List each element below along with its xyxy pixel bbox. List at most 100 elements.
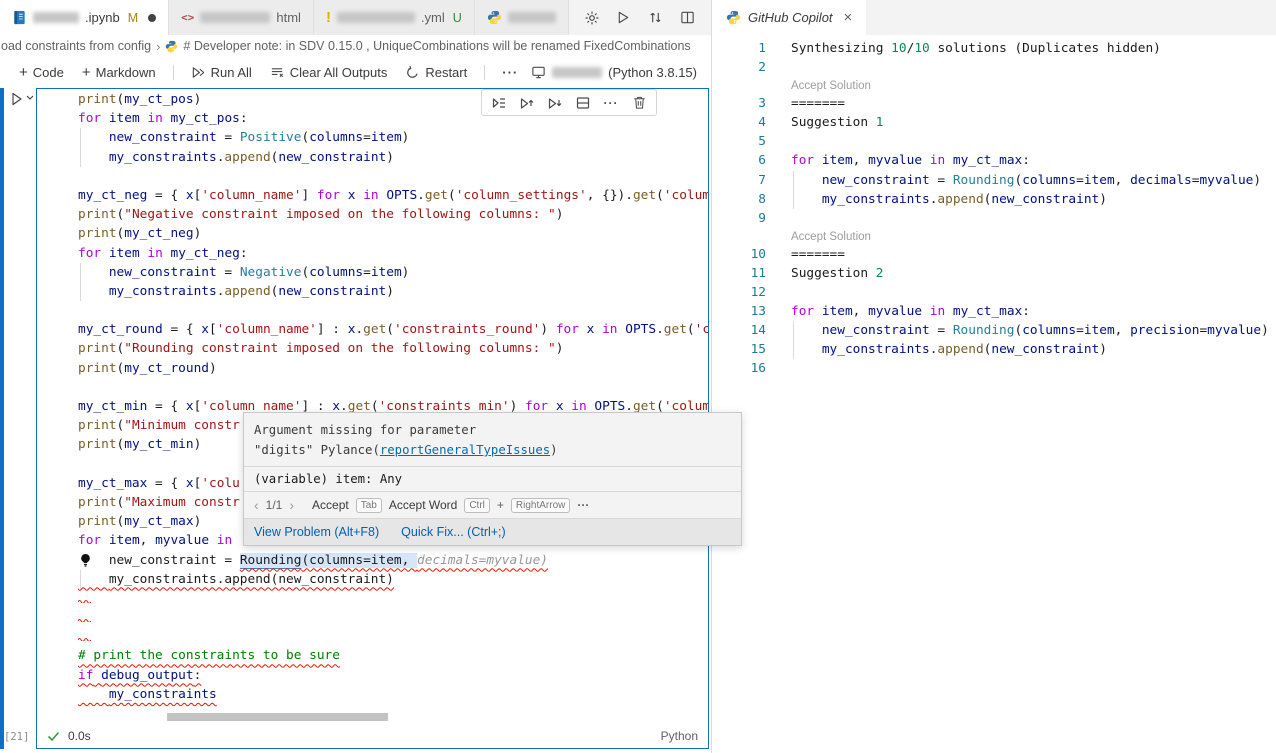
restart-kernel-button[interactable]: Restart [398, 62, 474, 83]
copilot-line: 11Suggestion 2 [712, 264, 1276, 283]
clear-all-outputs-button[interactable]: Clear All Outputs [263, 62, 395, 83]
tab-keycap: Tab [356, 498, 382, 513]
copilot-line: 1Synthesizing 10/10 solutions (Duplicate… [712, 39, 1276, 58]
code-line: print(my_ct_round) [37, 359, 708, 378]
execution-count: [21] [4, 731, 29, 743]
code-line: new_constraint = Positive(columns=item) [37, 128, 708, 147]
execute-cell-button[interactable] [9, 91, 34, 107]
diagnostic-message: Argument missing for parameter "digits" … [244, 413, 741, 467]
copilot-line: 2 [712, 58, 1276, 77]
next-suggestion-icon[interactable]: › [289, 497, 294, 513]
notebook-toolbar: + Code + Markdown Run All Clear All Outp… [0, 57, 711, 88]
play-icon[interactable] [613, 7, 635, 29]
chevron-right-icon: › [156, 39, 160, 54]
tab-label: html [276, 10, 301, 25]
add-code-cell-button[interactable]: + Code [12, 62, 71, 83]
warning-exclamation-icon: ! [326, 9, 331, 26]
more-suggestion-actions[interactable]: ··· [577, 498, 589, 512]
copilot-solutions-document: 1Synthesizing 10/10 solutions (Duplicate… [712, 35, 1276, 379]
clear-all-icon [270, 65, 285, 80]
kernel-picker[interactable]: (Python 3.8.15) [531, 65, 711, 80]
toolbar-divider [173, 65, 174, 80]
delete-cell-icon[interactable] [627, 92, 651, 114]
tab-label: GitHub Copilot [748, 10, 833, 25]
breadcrumb-item-section[interactable]: oad constraints from config [1, 39, 151, 53]
redacted-filename [200, 12, 270, 23]
focused-cell-bar [0, 88, 4, 749]
code-line: print("Negative constraint imposed on th… [37, 205, 708, 224]
tab-html[interactable]: <> html [169, 0, 314, 35]
split-cell-icon[interactable] [571, 92, 595, 114]
error-squiggle-mark [78, 617, 91, 622]
suggestion-pager: 1/1 [266, 498, 283, 512]
tab-python-file[interactable] [475, 0, 569, 35]
code-line: print("Rounding constraint imposed on th… [37, 339, 708, 358]
copilot-line: 7 new_constraint = Rounding(columns=item… [712, 171, 1276, 190]
success-check-icon [47, 731, 60, 742]
gear-icon[interactable] [581, 7, 603, 29]
accept-word-button[interactable]: Accept Word [389, 498, 457, 512]
notebook-icon [12, 10, 27, 25]
code-line: if debug_output: [37, 666, 708, 685]
execute-cell-and-below-icon[interactable] [543, 92, 567, 114]
add-markdown-cell-button[interactable]: + Markdown [75, 62, 163, 83]
run-by-line-icon[interactable] [487, 92, 511, 114]
lightbulb-icon[interactable] [79, 553, 92, 568]
hover-status-bar: View Problem (Alt+F8) Quick Fix... (Ctrl… [244, 519, 741, 545]
run-all-button[interactable]: Run All [184, 62, 259, 83]
more-actions-icon[interactable]: ··· [599, 92, 623, 114]
code-line: my_ct_neg = { x['column_name'] for x in … [37, 186, 708, 205]
toolbar-divider [484, 65, 485, 80]
code-line: # print the constraints to be sure [37, 646, 708, 665]
code-line: my_constraints.append(new_constraint) [37, 282, 708, 301]
tab-notebook[interactable]: .ipynb M [0, 0, 169, 35]
run-all-icon [191, 65, 206, 80]
chevron-down-icon [26, 95, 34, 101]
breadcrumb-item-cell[interactable]: # Developer note: in SDV 0.15.0 , Unique… [183, 39, 690, 53]
copilot-line: 3======= [712, 94, 1276, 113]
redacted-kernel-name [552, 67, 602, 78]
code-line [37, 301, 708, 320]
redacted-filename [33, 12, 79, 23]
code-line: my_constraints [37, 685, 708, 704]
unsaved-dot-icon[interactable] [148, 14, 156, 22]
more-actions-button[interactable]: ··· [495, 62, 525, 83]
accept-solution-codelens[interactable]: Accept Solution [791, 228, 1276, 245]
code-line [37, 167, 708, 186]
ctrl-keycap: Ctrl [464, 498, 490, 513]
restart-icon [405, 65, 420, 80]
tab-yml[interactable]: ! .yml U [314, 0, 475, 35]
horizontal-scrollbar[interactable] [167, 713, 388, 721]
code-line: my_ct_round = { x['column_name'] : x.get… [37, 320, 708, 339]
cell-language-picker[interactable]: Python [661, 729, 698, 743]
copilot-tab-bar: GitHub Copilot × [712, 0, 1276, 35]
code-line [37, 589, 708, 608]
tab-label: .ipynb [85, 10, 120, 25]
quick-fix-link[interactable]: Quick Fix... (Ctrl+;) [401, 525, 506, 539]
copilot-line: 16 [712, 359, 1276, 378]
pylance-rule-link[interactable]: reportGeneralTypeIssues [380, 443, 550, 457]
close-icon[interactable]: × [840, 9, 857, 26]
tab-github-copilot[interactable]: GitHub Copilot × [712, 0, 866, 35]
code-line: my_constraints.append(new_constraint) [37, 570, 708, 589]
copilot-line: 6for item, myvalue in my_ct_max: [712, 151, 1276, 170]
copilot-line: 4Suggestion 1 [712, 113, 1276, 132]
previous-suggestion-icon[interactable]: ‹ [254, 497, 259, 513]
execute-above-cells-icon[interactable] [515, 92, 539, 114]
breadcrumb: oad constraints from config › # Develope… [0, 35, 711, 57]
python-icon [487, 10, 502, 25]
accept-solution-codelens[interactable]: Accept Solution [791, 77, 1276, 94]
code-line: print(my_ct_neg) [37, 224, 708, 243]
code-line: my_constraints.append(new_constraint) [37, 148, 708, 167]
copilot-line: 9 [712, 209, 1276, 228]
play-icon [9, 91, 25, 107]
split-editor-icon[interactable] [677, 7, 699, 29]
view-problem-link[interactable]: View Problem (Alt+F8) [254, 525, 379, 539]
swap-arrows-icon[interactable] [645, 7, 667, 29]
tab-bar: .ipynb M <> html ! .yml U [0, 0, 711, 35]
kernel-python-version: (Python 3.8.15) [608, 65, 697, 80]
code-area: print(my_ct_pos)for item in my_ct_pos: n… [37, 90, 708, 723]
accept-button[interactable]: Accept [312, 498, 349, 512]
redacted-filename [337, 12, 415, 23]
copilot-line: 8 my_constraints.append(new_constraint) [712, 190, 1276, 209]
